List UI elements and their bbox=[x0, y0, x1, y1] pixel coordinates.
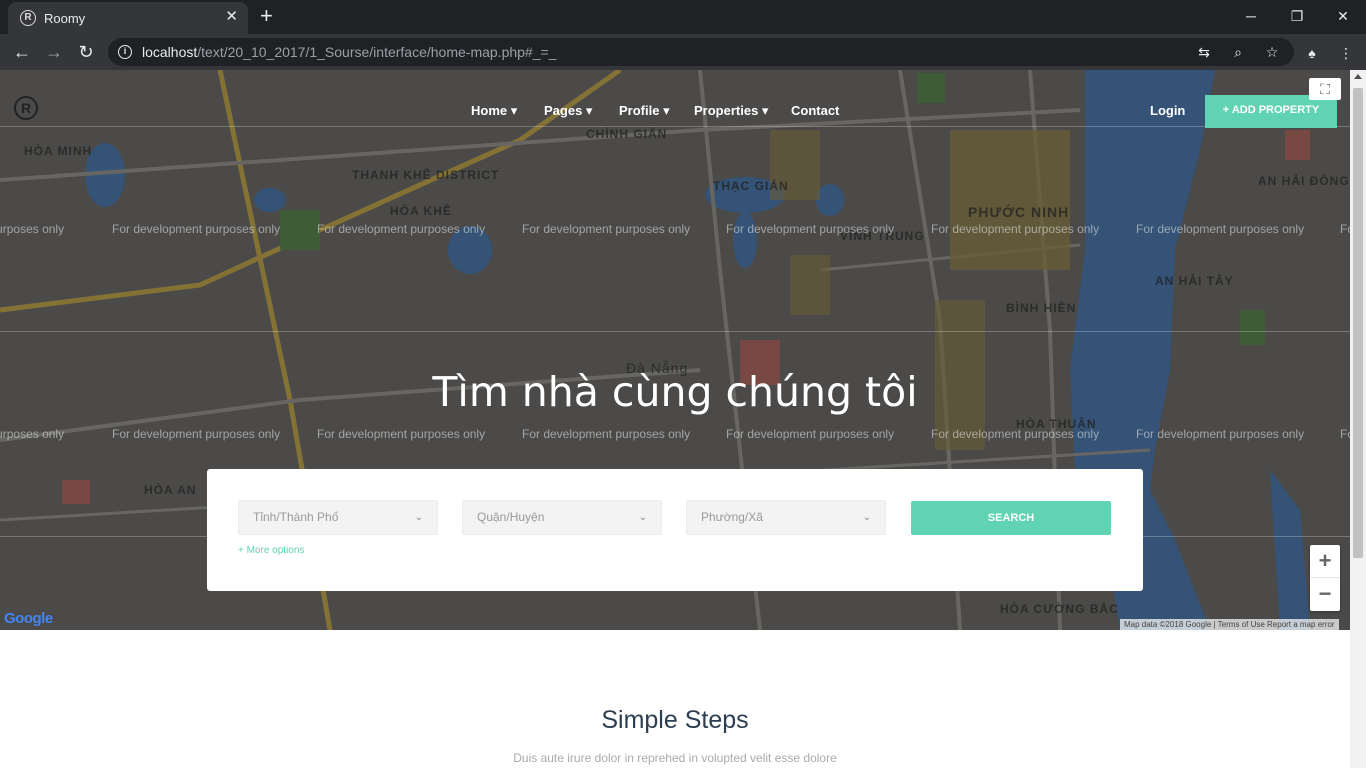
dev-watermark: For development purposes only bbox=[1136, 222, 1305, 236]
section-title: Simple Steps bbox=[601, 706, 749, 734]
reload-icon[interactable]: ↻ bbox=[74, 40, 98, 64]
search-button[interactable]: SEARCH bbox=[911, 501, 1111, 535]
nav-profile[interactable]: Profile ▾ bbox=[619, 103, 670, 119]
nav-contact[interactable]: Contact bbox=[791, 103, 839, 118]
map-place: HÒA CƯỜNG BẮC bbox=[1000, 602, 1119, 616]
login-link[interactable]: Login bbox=[1150, 103, 1185, 118]
dev-watermark-row: For development purposes only For develo… bbox=[0, 222, 1350, 242]
map-place: AN HẢI ĐÔNG bbox=[1258, 174, 1350, 188]
dev-watermark: For development purposes only bbox=[0, 222, 65, 236]
dev-watermark: For development purposes only bbox=[726, 427, 895, 441]
dev-watermark: For development purposes only bbox=[0, 427, 65, 441]
dev-watermark: For development purposes only bbox=[522, 222, 691, 236]
minimize-icon[interactable]: ─ bbox=[1228, 6, 1274, 28]
chevron-down-icon: ⌄ bbox=[638, 512, 647, 523]
site-logo[interactable]: R bbox=[14, 96, 38, 120]
map[interactable]: HÒA MINH THANH KHÊ DISTRICT HÒA KHÊ CHÍN… bbox=[0, 70, 1350, 630]
zoom-icon[interactable]: ⌕ bbox=[1228, 42, 1248, 62]
browser-menu-icon[interactable]: ⋮ bbox=[1336, 43, 1356, 63]
site-info-icon[interactable]: i bbox=[118, 45, 132, 59]
chevron-down-icon: ⌄ bbox=[414, 512, 423, 523]
map-place: HÒA AN bbox=[144, 483, 197, 497]
ward-select-label: Phường/Xã bbox=[701, 510, 763, 524]
tab-close-icon[interactable]: ✕ bbox=[225, 9, 238, 25]
bookmark-star-icon[interactable]: ☆ bbox=[1262, 42, 1282, 62]
map-zoom-control: + − bbox=[1310, 545, 1340, 611]
city-select-label: Tỉnh/Thành Phố bbox=[253, 510, 339, 524]
nav-pages[interactable]: Pages ▾ bbox=[544, 103, 592, 119]
forward-arrow-icon[interactable]: → bbox=[42, 40, 66, 64]
tile-seam bbox=[0, 331, 1350, 332]
dev-watermark: For development purposes only bbox=[726, 222, 895, 236]
zoom-in-button[interactable]: + bbox=[1310, 545, 1340, 578]
dev-watermark: For development purposes only bbox=[931, 222, 1100, 236]
restore-icon[interactable]: ❐ bbox=[1274, 6, 1320, 28]
tile-seam bbox=[0, 126, 1350, 127]
browser-toolbar: ← → ↻ i localhost/text/20_10_2017/1_Sour… bbox=[0, 34, 1366, 70]
map-place: CHÍNH GIÁN bbox=[586, 127, 668, 141]
dev-watermark: For development purposes only bbox=[522, 427, 691, 441]
new-tab-icon[interactable]: + bbox=[260, 5, 273, 27]
dev-watermark: For development purposes only bbox=[1340, 427, 1350, 441]
fullscreen-icon[interactable]: ⛶ bbox=[1309, 78, 1341, 100]
incognito-extension-icon[interactable]: ♠ bbox=[1302, 43, 1322, 63]
browser-tabbar: R Roomy ✕ + ─ ❐ ✕ bbox=[0, 0, 1366, 34]
dev-watermark: For development purposes only bbox=[317, 427, 486, 441]
web-page: HÒA MINH THANH KHÊ DISTRICT HÒA KHÊ CHÍN… bbox=[0, 70, 1350, 768]
ward-select[interactable]: Phường/Xã ⌄ bbox=[686, 500, 886, 535]
google-logo[interactable]: Google bbox=[4, 610, 53, 627]
map-place: BÌNH HIÊN bbox=[1006, 301, 1077, 315]
map-place: AN HẢI TÂY bbox=[1155, 274, 1234, 288]
page-scrollbar[interactable] bbox=[1350, 70, 1366, 768]
tab-title: Roomy bbox=[44, 11, 86, 26]
map-place: HÒA KHÊ bbox=[390, 204, 452, 218]
search-panel: Tỉnh/Thành Phố ⌄ Quận/Huyện ⌄ Phường/Xã … bbox=[207, 469, 1143, 591]
map-place: THANH KHÊ DISTRICT bbox=[352, 168, 500, 182]
roomy-favicon-icon: R bbox=[20, 10, 36, 26]
map-place: HÒA MINH bbox=[24, 144, 93, 158]
section-subtitle: Duis aute irure dolor in reprehed in vol… bbox=[513, 751, 837, 765]
address-bar[interactable]: i localhost/text/20_10_2017/1_Sourse/int… bbox=[108, 38, 1294, 66]
url-text[interactable]: localhost/text/20_10_2017/1_Sourse/inter… bbox=[142, 44, 556, 60]
dev-watermark-row: For development purposes only For develo… bbox=[0, 427, 1350, 447]
dev-watermark: For development purposes only bbox=[1136, 427, 1305, 441]
window-close-icon[interactable]: ✕ bbox=[1320, 6, 1366, 28]
more-options-link[interactable]: + More options bbox=[238, 545, 304, 556]
map-place: THẠC GIÁN bbox=[713, 179, 789, 193]
browser-tab[interactable]: R Roomy ✕ bbox=[8, 2, 248, 34]
map-place: PHƯỚC NINH bbox=[968, 204, 1070, 220]
scrollbar-thumb[interactable] bbox=[1353, 88, 1363, 558]
dev-watermark: For development purposes only bbox=[1340, 222, 1350, 236]
nav-home[interactable]: Home ▾ bbox=[471, 103, 517, 119]
hero-title: Tìm nhà cùng chúng tôi bbox=[432, 368, 918, 416]
city-select[interactable]: Tỉnh/Thành Phố ⌄ bbox=[238, 500, 438, 535]
dev-watermark: For development purposes only bbox=[931, 427, 1100, 441]
district-select[interactable]: Quận/Huyện ⌄ bbox=[462, 500, 662, 535]
chevron-down-icon: ⌄ bbox=[862, 512, 871, 523]
dev-watermark: For development purposes only bbox=[112, 427, 281, 441]
back-arrow-icon[interactable]: ← bbox=[10, 40, 34, 64]
district-select-label: Quận/Huyện bbox=[477, 510, 545, 524]
dev-watermark: For development purposes only bbox=[112, 222, 281, 236]
zoom-out-button[interactable]: − bbox=[1310, 578, 1340, 611]
scroll-up-arrow-icon[interactable] bbox=[1354, 74, 1362, 79]
translate-icon[interactable]: ⇆ bbox=[1194, 42, 1214, 62]
map-attribution[interactable]: Map data ©2018 Google | Terms of Use Rep… bbox=[1120, 619, 1339, 630]
dev-watermark: For development purposes only bbox=[317, 222, 486, 236]
nav-properties[interactable]: Properties ▾ bbox=[694, 103, 768, 119]
